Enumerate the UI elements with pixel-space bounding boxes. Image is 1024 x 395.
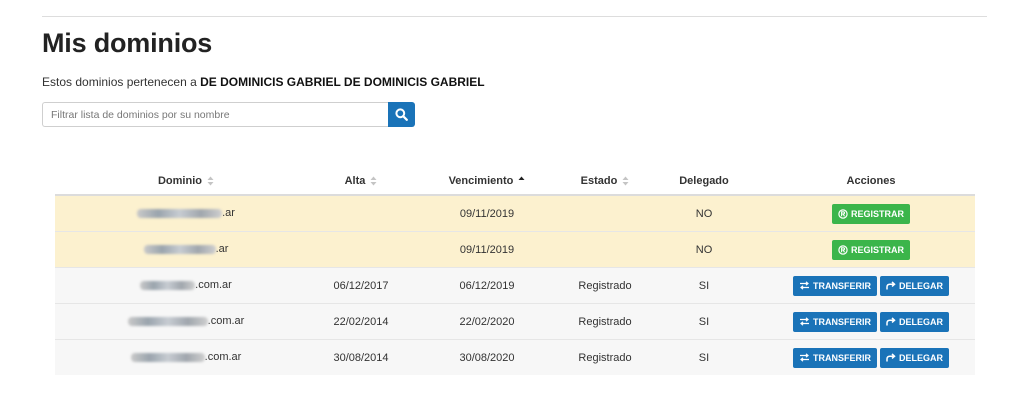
owner-name: DE DOMINICIS GABRIEL DE DOMINICIS GABRIE… xyxy=(200,75,485,89)
table-row: .com.ar 06/12/2017 06/12/2019 Registrado… xyxy=(55,267,975,304)
estado-cell xyxy=(569,231,641,268)
top-divider xyxy=(42,16,987,17)
transfer-icon xyxy=(799,317,809,326)
table-row: .com.ar 30/08/2014 30/08/2020 Registrado… xyxy=(55,339,975,375)
register-label: REGISTRAR xyxy=(850,244,904,255)
delegado-cell: NO xyxy=(641,194,767,232)
delegate-button[interactable]: DELEGAR xyxy=(879,275,949,296)
col-acciones-header: Acciones xyxy=(767,168,975,196)
sort-icon xyxy=(370,176,377,186)
col-domain-label: Dominio xyxy=(157,175,202,187)
sort-ascending-icon xyxy=(518,176,525,186)
col-delegado-label: Delegado xyxy=(679,175,729,187)
col-estado-header[interactable]: Estado xyxy=(569,168,641,196)
table-row: .com.ar 22/02/2014 22/02/2020 Registrado… xyxy=(55,303,975,340)
actions-cell: TRANSFERIR DELEGAR xyxy=(767,339,975,375)
redacted-domain-name xyxy=(137,209,223,219)
estado-cell: Registrado xyxy=(569,267,641,304)
col-delegado-header: Delegado xyxy=(641,168,767,196)
domain-suffix: .ar xyxy=(215,243,229,256)
alta-cell xyxy=(317,194,405,232)
domain-suffix: .com.ar xyxy=(195,279,232,292)
table-header-row: Dominio Alta Vencimiento Estado Delegado… xyxy=(55,168,975,196)
vencimiento-cell: 06/12/2019 xyxy=(405,267,569,304)
transfer-button[interactable]: TRANSFERIR xyxy=(792,275,877,296)
alta-cell: 30/08/2014 xyxy=(317,339,405,375)
search-button[interactable] xyxy=(388,102,415,127)
estado-cell: Registrado xyxy=(569,339,641,375)
domain-search xyxy=(42,102,415,127)
table-row: .ar 09/11/2019 NO REGISTRAR xyxy=(55,231,975,268)
domain-suffix: .com.ar xyxy=(204,351,242,364)
registered-icon xyxy=(838,244,848,255)
domains-table: Dominio Alta Vencimiento Estado Delegado… xyxy=(55,168,975,375)
delegado-cell: SI xyxy=(641,339,767,375)
domain-cell: .com.ar xyxy=(55,339,317,375)
vencimiento-cell: 09/11/2019 xyxy=(405,231,569,268)
table-row: .ar 09/11/2019 NO REGISTRAR xyxy=(55,194,975,232)
vencimiento-cell: 30/08/2020 xyxy=(405,339,569,375)
domain-suffix: .ar xyxy=(222,207,235,220)
estado-cell: Registrado xyxy=(569,303,641,340)
actions-cell: TRANSFERIR DELEGAR xyxy=(767,303,975,340)
delegado-cell: NO xyxy=(641,231,767,268)
vencimiento-cell: 22/02/2020 xyxy=(405,303,569,340)
owner-description: Estos dominios pertenecen a DE DOMINICIS… xyxy=(42,75,485,89)
domain-cell: .com.ar xyxy=(55,267,317,304)
sort-icon xyxy=(207,176,214,186)
col-alta-label: Alta xyxy=(344,175,366,187)
actions-cell: TRANSFERIR DELEGAR xyxy=(767,267,975,304)
redacted-domain-name xyxy=(127,317,208,327)
delegate-icon xyxy=(886,353,896,362)
register-button[interactable]: REGISTRAR xyxy=(831,239,910,260)
transfer-button[interactable]: TRANSFERIR xyxy=(792,347,877,368)
delegate-label: DELEGAR xyxy=(898,316,943,327)
transfer-label: TRANSFERIR xyxy=(812,352,871,363)
alta-cell: 06/12/2017 xyxy=(317,267,405,304)
sort-icon xyxy=(622,176,629,186)
col-acciones-label: Acciones xyxy=(846,175,896,187)
redacted-domain-name xyxy=(140,281,196,291)
search-icon xyxy=(395,108,408,121)
col-vencimiento-label: Vencimiento xyxy=(448,175,514,187)
transfer-icon xyxy=(799,281,809,290)
domain-suffix: .com.ar xyxy=(207,315,245,328)
vencimiento-cell: 09/11/2019 xyxy=(405,194,569,232)
transfer-button[interactable]: TRANSFERIR xyxy=(792,311,877,332)
registered-icon xyxy=(838,208,848,219)
delegate-label: DELEGAR xyxy=(898,352,943,363)
domain-cell: .com.ar xyxy=(55,303,317,340)
register-button[interactable]: REGISTRAR xyxy=(831,203,910,224)
redacted-domain-name xyxy=(130,353,205,363)
actions-cell: REGISTRAR xyxy=(767,231,975,268)
col-vencimiento-header[interactable]: Vencimiento xyxy=(405,168,569,196)
col-domain-header[interactable]: Dominio xyxy=(55,168,317,196)
domain-cell: .ar xyxy=(55,231,317,268)
domain-filter-input[interactable] xyxy=(42,102,388,127)
alta-cell xyxy=(317,231,405,268)
delegado-cell: SI xyxy=(641,303,767,340)
delegate-button[interactable]: DELEGAR xyxy=(879,347,949,368)
delegate-icon xyxy=(886,281,896,290)
estado-cell xyxy=(569,194,641,232)
delegado-cell: SI xyxy=(641,267,767,304)
col-estado-label: Estado xyxy=(580,175,618,187)
col-alta-header[interactable]: Alta xyxy=(317,168,405,196)
delegate-icon xyxy=(886,317,896,326)
delegate-button[interactable]: DELEGAR xyxy=(879,311,949,332)
redacted-domain-name xyxy=(143,245,216,255)
delegate-label: DELEGAR xyxy=(898,280,943,291)
transfer-label: TRANSFERIR xyxy=(812,280,871,291)
transfer-icon xyxy=(799,353,809,362)
owner-prefix: Estos dominios pertenecen a xyxy=(42,75,197,89)
register-label: REGISTRAR xyxy=(850,208,904,219)
actions-cell: REGISTRAR xyxy=(767,194,975,232)
domain-cell: .ar xyxy=(55,194,317,232)
transfer-label: TRANSFERIR xyxy=(812,316,871,327)
alta-cell: 22/02/2014 xyxy=(317,303,405,340)
page-title: Mis dominios xyxy=(42,28,213,58)
